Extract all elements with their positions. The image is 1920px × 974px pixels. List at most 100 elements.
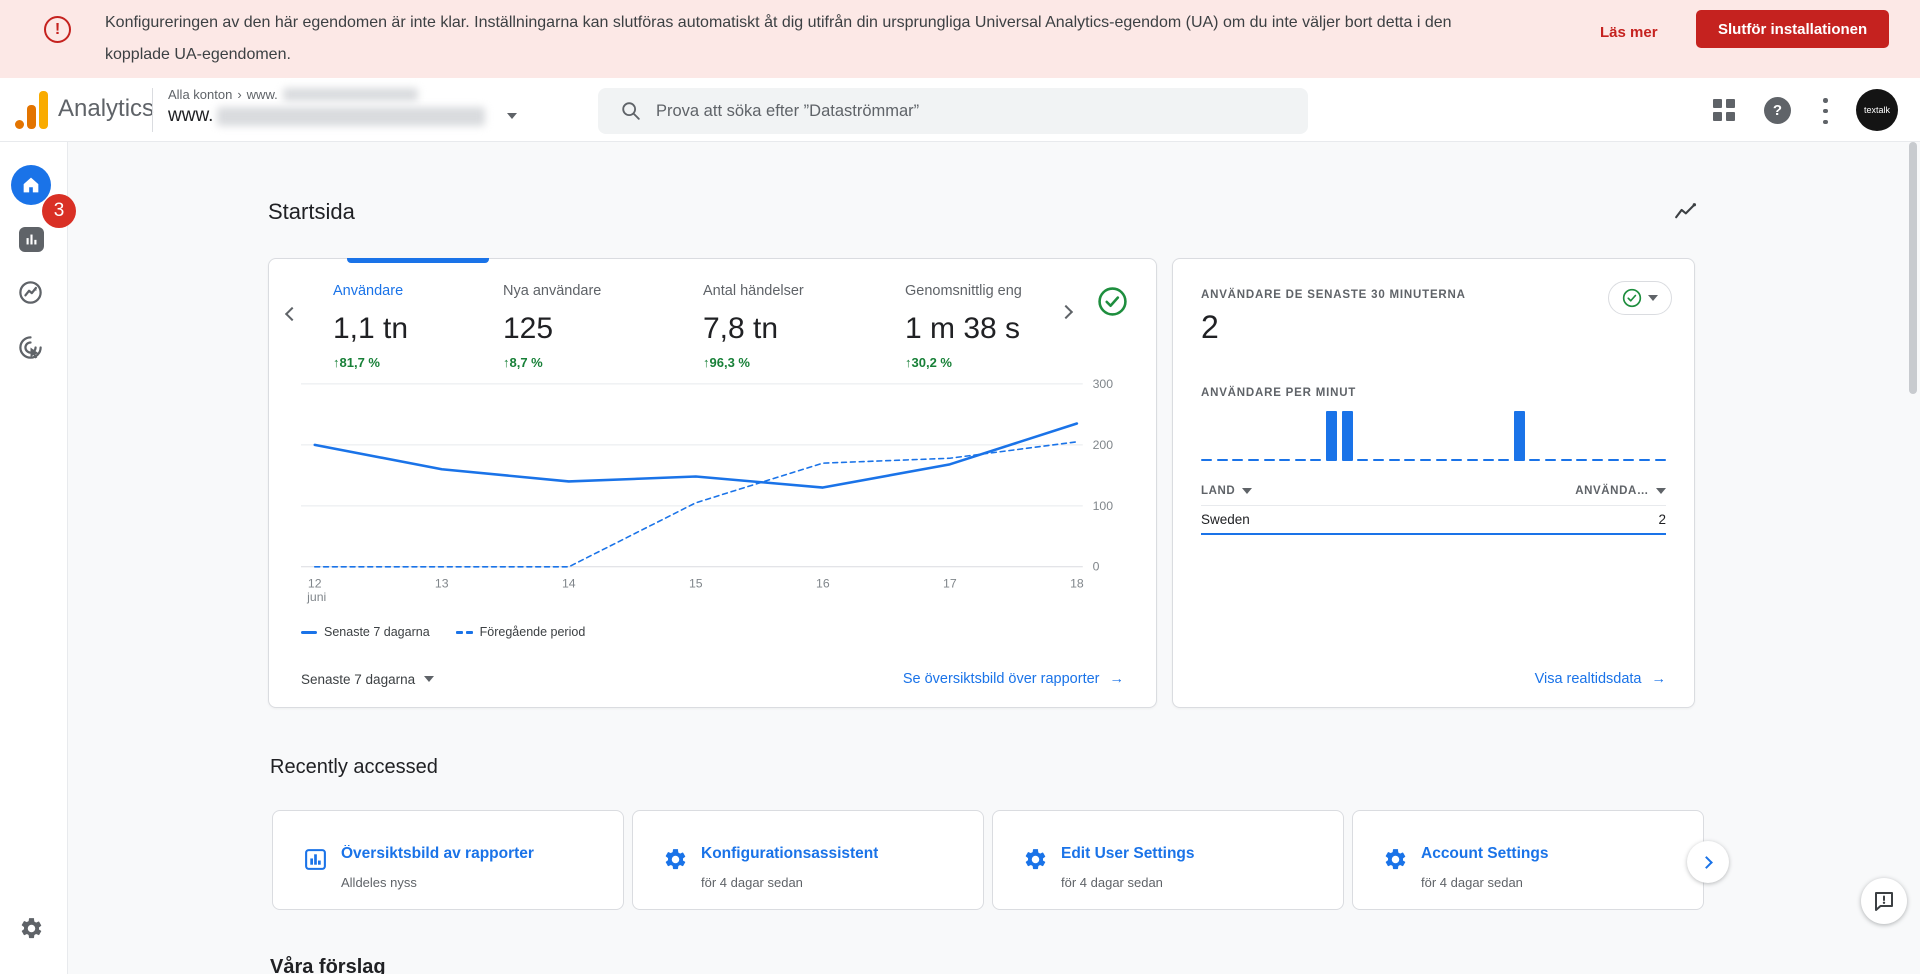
svg-text:14: 14 [562,576,576,590]
realtime-status-dropdown[interactable] [1608,281,1672,315]
svg-text:15: 15 [689,576,703,590]
feedback-button[interactable] [1861,878,1907,924]
logo-dot [15,120,24,129]
sidebar-item-advertising[interactable] [17,334,44,366]
sidebar-item-home[interactable] [11,165,51,205]
metric-tab-new-users[interactable]: Nya användare 125 ↑8,7 % [503,283,703,370]
check-circle-icon [1622,288,1642,308]
page-scrollbar[interactable] [1909,142,1917,394]
complete-setup-button[interactable]: Slutför installationen [1696,10,1890,48]
gear-icon [1383,847,1408,877]
learn-more-link[interactable]: Läs mer [1600,24,1658,41]
minute-bar [1247,459,1259,461]
search-bar[interactable] [598,88,1308,134]
users-trend-chart: 0 100 200 300 12 juni 13 14 15 16 17 18 [301,377,1126,614]
country-column-header[interactable]: LAND [1201,485,1253,497]
svg-text:18: 18 [1070,576,1084,590]
recent-card-reports-overview[interactable]: Översiktsbild av rapporter Alldeles nyss [272,810,624,910]
recent-cards-next-button[interactable] [1687,841,1729,883]
realtime-table-header: LAND ANVÄNDA… [1201,485,1666,497]
property-domain-prefix: www. [168,105,214,126]
bar-chart-icon [26,234,37,245]
reports-overview-link[interactable]: Se översiktsbild över rapporter → [903,671,1124,687]
metric-label[interactable]: Användare [333,283,503,299]
realtime-users-value: 2 [1201,309,1219,345]
table-row: Sweden 2 [1201,505,1666,535]
app-name: Analytics [58,95,155,122]
minute-bar [1201,459,1212,461]
insights-icon[interactable] [1673,199,1698,229]
legend-label: Föregående period [479,625,586,639]
sidebar-item-explore[interactable] [17,279,44,311]
legend-previous-period: Föregående period [455,625,586,639]
minute-bar [1216,459,1228,461]
dashed-line-swatch [455,630,473,634]
minute-bar [1357,459,1369,461]
date-range-selector[interactable]: Senaste 7 dagarna [301,672,435,687]
metric-delta: ↑30,2 % [905,355,952,370]
users-per-minute-chart [1201,409,1666,461]
more-menu-icon[interactable] [1823,98,1829,124]
page-title: Startsida [268,199,355,224]
breadcrumb-separator-icon: › [237,87,242,102]
users-per-minute-label: ANVÄNDARE PER MINUT [1201,387,1357,399]
metrics-next-icon[interactable] [1058,304,1074,320]
property-selector[interactable]: www. [168,105,518,127]
minute-bar [1294,459,1306,461]
setup-warning-banner: ! Konfigureringen av den här egendomen ä… [0,0,1920,78]
minute-bar [1498,459,1510,461]
analytics-logo-icon[interactable] [15,91,49,129]
minute-bar [1419,459,1431,461]
svg-text:0: 0 [1093,560,1100,574]
explore-trend-icon [19,281,42,304]
country-cell: Sweden [1201,512,1250,527]
recent-card-setup-assistant[interactable]: Konfigurationsassistent för 4 dagar seda… [632,810,984,910]
help-glyph: ? [1772,102,1783,119]
metric-label[interactable]: Genomsnittlig eng [905,283,1055,299]
minute-bar [1373,459,1385,461]
recent-card-title: Account Settings [1421,845,1549,862]
recent-card-subtitle: för 4 dagar sedan [1421,875,1523,890]
main-content: Startsida Användare 1,1 tn ↑81,7 % Nya a… [68,142,1920,974]
sidebar-item-admin[interactable] [19,916,44,946]
left-nav: 3 [0,142,76,974]
users-column-header[interactable]: ANVÄNDA… [1575,485,1666,497]
data-quality-check-icon[interactable] [1097,286,1128,317]
column-label: ANVÄNDA… [1575,485,1649,497]
help-icon[interactable]: ? [1764,97,1791,124]
realtime-card: ANVÄNDARE DE SENASTE 30 MINUTERNA 2 ANVÄ… [1172,258,1695,708]
metric-label[interactable]: Nya användare [503,283,703,299]
metric-label[interactable]: Antal händelser [703,283,905,299]
metric-tab-avg-engagement[interactable]: Genomsnittlig eng 1 m 38 s ↑30,2 % [905,283,1055,370]
alert-circle-icon: ! [44,16,71,43]
view-realtime-link[interactable]: Visa realtidsdata → [1535,671,1666,687]
svg-text:17: 17 [943,576,957,590]
notification-badge: 3 [42,194,76,228]
minute-bar [1404,459,1416,461]
metrics-prev-icon[interactable] [284,306,300,322]
minute-bar [1560,459,1572,461]
minute-bar [1451,459,1463,461]
metric-delta: ↑96,3 % [703,355,750,370]
link-label: Se översiktsbild över rapporter [902,671,1100,687]
sidebar-item-reports[interactable] [19,227,44,252]
app-header: Analytics Alla konton › www. www. ? text… [0,78,1920,142]
minute-bar [1232,459,1244,461]
breadcrumb[interactable]: Alla konton › www. [168,87,418,102]
search-input[interactable] [656,101,1286,121]
metric-tab-event-count[interactable]: Antal händelser 7,8 tn ↑96,3 % [703,283,905,370]
legend-label: Senaste 7 dagarna [324,625,430,639]
feedback-bubble-icon [1875,892,1893,911]
recent-card-account-settings[interactable]: Account Settings för 4 dagar sedan [1352,810,1704,910]
minute-bar [1607,459,1619,461]
account-avatar[interactable]: textalk [1856,89,1898,131]
gear-icon [663,847,688,877]
metric-delta: ↑81,7 % [333,355,380,370]
minute-bar [1482,459,1494,461]
apps-grid-icon[interactable] [1713,99,1736,122]
chevron-down-icon [1648,295,1658,301]
svg-text:300: 300 [1093,378,1114,391]
recent-card-edit-user-settings[interactable]: Edit User Settings för 4 dagar sedan [992,810,1344,910]
metric-tab-users[interactable]: Användare 1,1 tn ↑81,7 % [333,283,503,370]
realtime-title: ANVÄNDARE DE SENASTE 30 MINUTERNA [1201,289,1466,301]
